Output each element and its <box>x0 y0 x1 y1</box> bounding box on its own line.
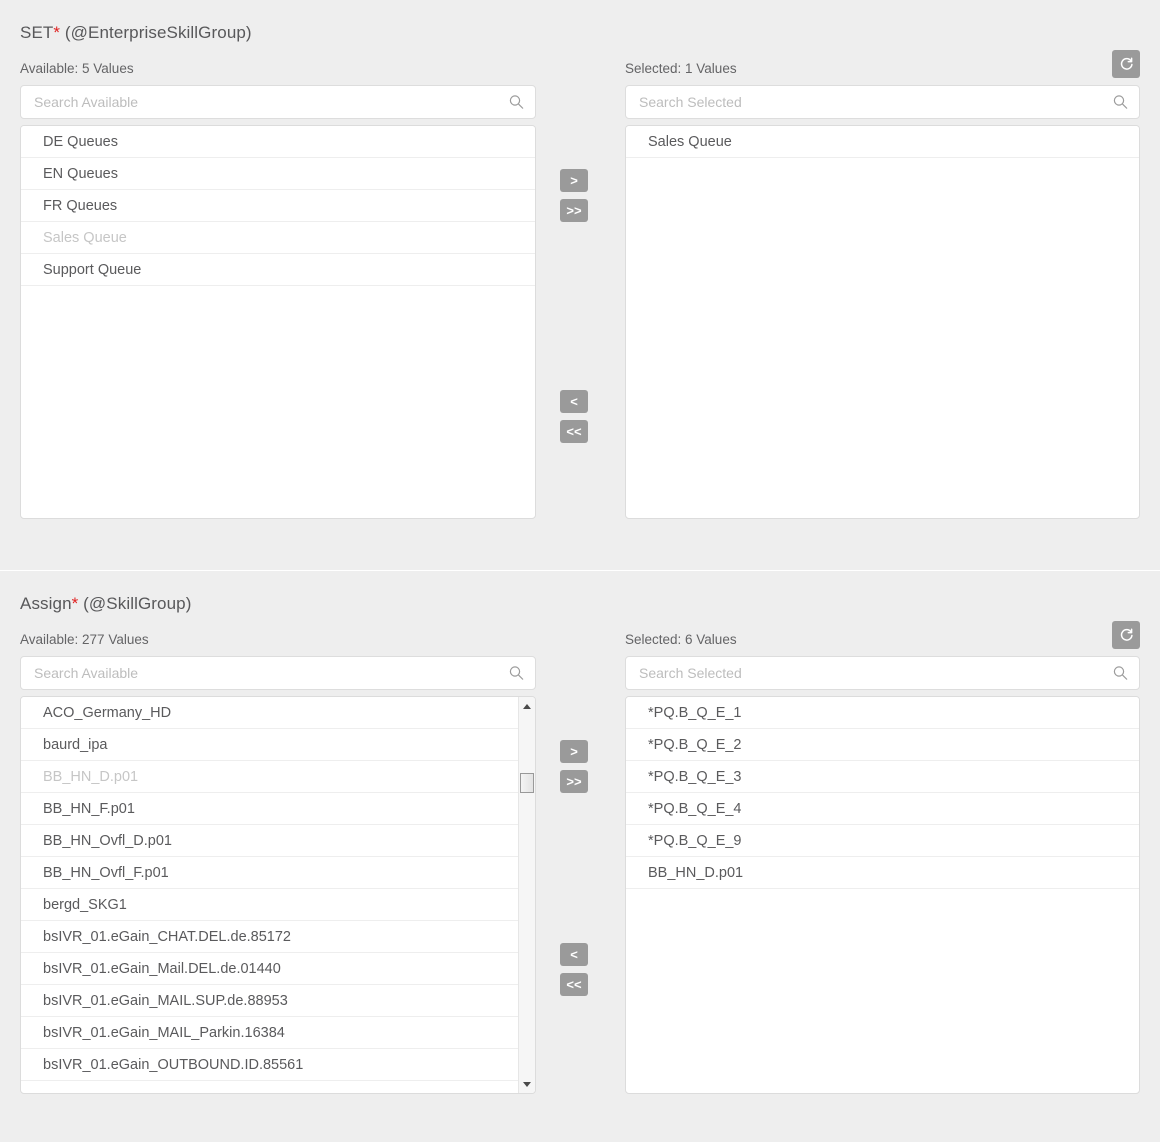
list-item[interactable]: bergd_SKG1 <box>21 889 518 921</box>
selected-column: Selected: 6 Values *PQ.B_Q_E_1*PQ.B_Q_E_… <box>625 621 1140 1094</box>
selected-listbox[interactable]: Sales Queue <box>625 125 1140 519</box>
list-item[interactable]: bsIVR_01.eGain_CHAT.DEL.de.85172 <box>21 921 518 953</box>
available-listbox[interactable]: DE Queues EN Queues FR Queues Sales Queue Su… <box>20 125 536 519</box>
available-list-items: ACO_Germany_HD baurd_ipa BB_HN_D.p01 BB_HN_… <box>21 697 518 1093</box>
selected-search-box[interactable] <box>625 85 1140 119</box>
transfer-remove-group: < << <box>556 390 604 450</box>
list-item[interactable]: BB_HN_D.p01 <box>626 857 1139 889</box>
available-search-box[interactable] <box>20 85 536 119</box>
available-search-box[interactable] <box>20 656 536 690</box>
transfer-remove-group: < << <box>556 943 604 1003</box>
search-selected-input[interactable] <box>626 657 1139 689</box>
scroll-up-arrow-icon[interactable] <box>519 698 535 714</box>
available-column: Available: 277 Values ACO_Germany_HDbaur… <box>20 632 536 1094</box>
move-all-right-button[interactable]: >> <box>560 199 588 222</box>
vertical-scrollbar[interactable] <box>518 697 535 1093</box>
move-all-left-button[interactable]: << <box>560 973 588 996</box>
list-item[interactable]: BB_HN_Ovfl_D.p01 <box>21 825 518 857</box>
available-column: Available: 5 Values DE QueuesEN QueuesFR… <box>20 61 536 519</box>
section-title-text: SET <box>20 23 54 42</box>
page-title: SET* (@EnterpriseSkillGroup) <box>0 0 1160 44</box>
scroll-down-arrow-icon[interactable] <box>519 1076 535 1092</box>
selected-column: Selected: 1 Values Sales Queue <box>625 50 1140 519</box>
section-title-suffix: (@EnterpriseSkillGroup) <box>60 23 252 42</box>
move-all-left-button[interactable]: << <box>560 420 588 443</box>
list-item[interactable]: BB_HN_Ovfl_F.p01 <box>21 857 518 889</box>
list-item[interactable]: *PQ.B_Q_E_1 <box>626 697 1139 729</box>
move-all-right-button[interactable]: >> <box>560 770 588 793</box>
move-left-button[interactable]: < <box>560 390 588 413</box>
list-item[interactable]: DE Queues <box>21 126 535 158</box>
list-item[interactable]: *PQ.B_Q_E_3 <box>626 761 1139 793</box>
list-item[interactable]: *PQ.B_Q_E_4 <box>626 793 1139 825</box>
section-title-suffix: (@SkillGroup) <box>78 594 192 613</box>
search-available-input[interactable] <box>21 86 535 118</box>
section-set-enterpriseskillgroup: SET* (@EnterpriseSkillGroup) Available: … <box>0 0 1160 570</box>
available-listbox[interactable]: ACO_Germany_HD baurd_ipa BB_HN_D.p01 BB_HN_… <box>20 696 536 1094</box>
search-available-input[interactable] <box>21 657 535 689</box>
list-item[interactable]: bsIVR_01.eGain_MAIL_Parkin.16384 <box>21 1017 518 1049</box>
selected-list-items: *PQ.B_Q_E_1 *PQ.B_Q_E_2 *PQ.B_Q_E_3 *PQ.B_Q… <box>626 697 1139 1093</box>
transfer-add-group: > >> <box>556 169 604 229</box>
available-count-label: Available: 277 Values <box>20 632 149 647</box>
refresh-icon[interactable] <box>1112 621 1140 649</box>
list-item[interactable]: *PQ.B_Q_E_2 <box>626 729 1139 761</box>
dual-list-selector-page: SET* (@EnterpriseSkillGroup) Available: … <box>0 0 1160 1142</box>
list-item[interactable]: Support Queue <box>21 254 535 286</box>
selected-search-box[interactable] <box>625 656 1140 690</box>
available-count-label: Available: 5 Values <box>20 61 134 76</box>
list-item[interactable]: Sales Queue <box>626 126 1139 158</box>
list-item[interactable]: *PQ.B_Q_E_9 <box>626 825 1139 857</box>
list-item: Sales Queue <box>21 222 535 254</box>
selected-list-items: Sales Queue <box>626 126 1139 518</box>
list-item[interactable]: bsIVR_01.eGain_Mail.DEL.de.01440 <box>21 953 518 985</box>
transfer-add-group: > >> <box>556 740 604 800</box>
list-item[interactable]: bsIVR_01.eGain_OUTBOUND.ID.85561 <box>21 1049 518 1081</box>
selected-count-label: Selected: 6 Values <box>625 632 737 647</box>
list-item[interactable]: baurd_ipa <box>21 729 518 761</box>
list-item[interactable]: ACO_Germany_HD <box>21 697 518 729</box>
selected-count-label: Selected: 1 Values <box>625 61 737 76</box>
list-item[interactable]: BB_HN_F.p01 <box>21 793 518 825</box>
section-assign-skillgroup: Assign* (@SkillGroup) Available: 277 Val… <box>0 571 1160 1142</box>
move-right-button[interactable]: > <box>560 169 588 192</box>
list-item[interactable]: FR Queues <box>21 190 535 222</box>
page-title: Assign* (@SkillGroup) <box>0 571 1160 615</box>
move-left-button[interactable]: < <box>560 943 588 966</box>
available-list-items: DE Queues EN Queues FR Queues Sales Queue Su… <box>21 126 535 518</box>
list-item: BB_HN_D.p01 <box>21 761 518 793</box>
move-right-button[interactable]: > <box>560 740 588 763</box>
list-item[interactable]: EN Queues <box>21 158 535 190</box>
refresh-icon[interactable] <box>1112 50 1140 78</box>
search-selected-input[interactable] <box>626 86 1139 118</box>
list-item[interactable]: bsIVR_01.eGain_MAIL.SUP.de.88953 <box>21 985 518 1017</box>
scrollbar-thumb[interactable] <box>520 773 534 793</box>
selected-listbox[interactable]: *PQ.B_Q_E_1 *PQ.B_Q_E_2 *PQ.B_Q_E_3 *PQ.B_Q… <box>625 696 1140 1094</box>
section-title-text: Assign <box>20 594 72 613</box>
